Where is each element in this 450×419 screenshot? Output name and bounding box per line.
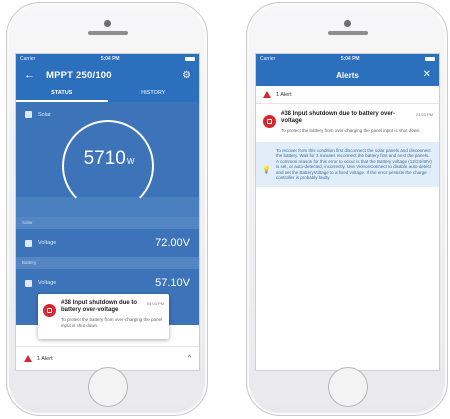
- battery-voltage-row: Voltage 57.10V: [16, 269, 199, 297]
- tab-history[interactable]: HISTORY: [108, 86, 200, 102]
- warning-icon: [263, 91, 271, 98]
- voltage-icon: [25, 239, 32, 247]
- voltage-icon: [25, 279, 32, 287]
- solar-voltage-value: 72.00V: [155, 237, 190, 249]
- alert-count: 1 Alert: [37, 355, 53, 362]
- solar-panel: Solar 5710W: [16, 102, 199, 212]
- solar-voltage-label: Voltage: [38, 240, 57, 246]
- status-bar: Carrier 5:04 PM: [16, 54, 199, 64]
- tab-bar: STATUS HISTORY: [16, 86, 199, 102]
- alert-icon: [43, 304, 56, 317]
- solar-voltage-row: Voltage 72.00V: [16, 229, 199, 257]
- camera: [104, 20, 111, 27]
- alert-toast[interactable]: 05:03 PM #38 Input shutdown due to batte…: [38, 294, 169, 339]
- hint-text: To recover from this condition first dis…: [276, 147, 432, 181]
- phone-frame-left: Carrier 5:04 PM ← MPPT 250/100 ⚙ STATUS …: [6, 2, 208, 416]
- earpiece: [88, 31, 128, 35]
- screen-status: Carrier 5:04 PM ← MPPT 250/100 ⚙ STATUS …: [15, 53, 200, 371]
- solar-voltage-label-wrap: Voltage: [25, 239, 155, 247]
- arrow-left-icon[interactable]: ←: [24, 69, 38, 81]
- lightbulb-icon: 💡: [262, 166, 271, 174]
- carrier-label: Carrier: [260, 56, 276, 62]
- carrier-label: Carrier: [20, 56, 36, 62]
- section-header-solar: Solar: [16, 217, 199, 229]
- clock: 5:04 PM: [340, 56, 360, 62]
- solar-label: Solar: [38, 111, 51, 118]
- battery-icon: [425, 57, 435, 61]
- gear-icon[interactable]: ⚙: [182, 70, 191, 81]
- alert-body: 23:53 PM #38 Input shutdown due to batte…: [281, 111, 433, 134]
- device-title: MPPT 250/100: [46, 69, 112, 81]
- camera: [344, 20, 351, 27]
- alert-title: #38 Input shutdown due to battery over-v…: [281, 111, 396, 124]
- home-button[interactable]: [328, 367, 368, 407]
- power-unit: W: [126, 157, 135, 166]
- toast-text: To protect the battery from over-chargin…: [61, 317, 163, 328]
- home-button[interactable]: [88, 367, 128, 407]
- screen-alerts: Carrier 5:04 PM Alerts ✕ 1 Alert 23:53 P…: [255, 53, 440, 371]
- battery-voltage-value: 57.10V: [155, 277, 190, 289]
- solar-heading: Solar: [25, 111, 51, 118]
- chevron-up-icon[interactable]: ^: [188, 355, 191, 362]
- app-bar: ← MPPT 250/100 ⚙: [16, 64, 199, 86]
- power-readout: 5710W: [74, 148, 144, 170]
- status-bar: Carrier 5:04 PM: [256, 54, 439, 64]
- solar-panel-icon: [25, 111, 32, 118]
- alert-count-header: 1 Alert: [256, 86, 439, 104]
- clock: 5:04 PM: [100, 56, 120, 62]
- tab-status[interactable]: STATUS: [16, 86, 108, 102]
- alert-time: 23:53 PM: [415, 112, 433, 117]
- warning-icon: [24, 355, 32, 362]
- alert-icon: [263, 115, 276, 128]
- toast-time: 05:03 PM: [146, 301, 164, 306]
- section-header-battery: Battery: [16, 257, 199, 269]
- alert-count: 1 Alert: [276, 91, 292, 98]
- alert-description: To protect the battery from over-chargin…: [281, 128, 421, 133]
- battery-voltage-label: Voltage: [38, 280, 57, 286]
- toast-body: 05:03 PM #38 Input shutdown due to batte…: [61, 300, 164, 333]
- power-value: 5710: [83, 148, 126, 169]
- earpiece: [328, 31, 368, 35]
- hint-box: 💡 To recover from this condition first d…: [256, 141, 439, 188]
- close-icon[interactable]: ✕: [423, 69, 431, 80]
- battery-icon: [185, 57, 195, 61]
- app-bar: Alerts ✕: [256, 64, 439, 86]
- battery-voltage-label-wrap: Voltage: [25, 279, 155, 287]
- phone-frame-right: Carrier 5:04 PM Alerts ✕ 1 Alert 23:53 P…: [246, 2, 448, 416]
- alert-item[interactable]: 23:53 PM #38 Input shutdown due to batte…: [256, 104, 439, 138]
- page-title: Alerts: [336, 70, 359, 80]
